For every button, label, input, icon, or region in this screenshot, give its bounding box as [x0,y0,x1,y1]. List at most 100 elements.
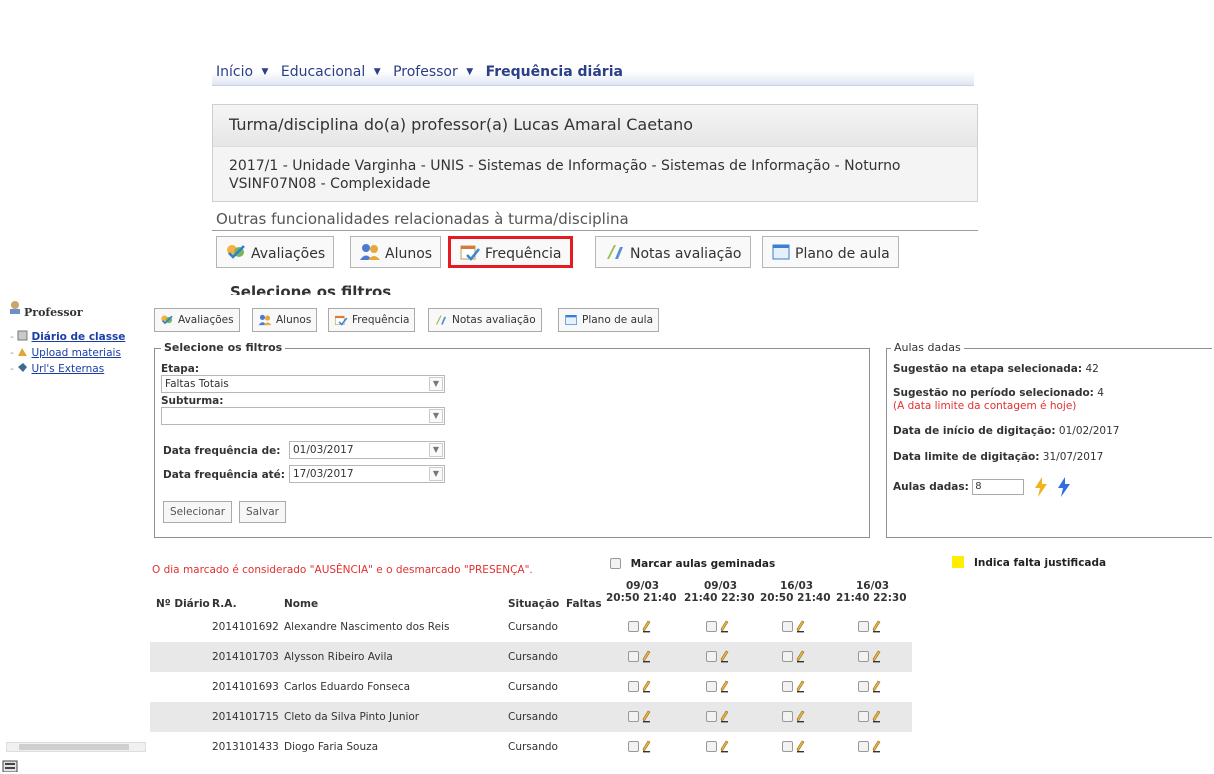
absence-checkbox[interactable] [706,651,717,662]
session-1-date: 09/03 [626,580,660,592]
tab-plano-de-aula[interactable]: Plano de aula [762,236,899,268]
tab-avaliacoes[interactable]: Avaliações [216,236,335,268]
salvar-button[interactable]: Salvar [239,501,286,523]
pencil-icon[interactable] [872,620,881,636]
pencil-icon[interactable] [796,740,805,756]
pencil-icon[interactable] [642,650,651,666]
data-ate-input[interactable]: 17/03/2017 ▼ [289,465,445,483]
selecionar-button[interactable]: Selecionar [163,501,233,523]
pencil-icon[interactable] [872,680,881,696]
attendance-cell [706,620,736,634]
breadcrumb-inicio[interactable]: Início ▼ [216,64,272,80]
pencil-icon[interactable] [720,710,729,726]
absence-checkbox[interactable] [706,621,717,632]
pencil-icon[interactable] [796,680,805,696]
absence-checkbox[interactable] [628,741,639,752]
pencil-icon[interactable] [642,710,651,726]
attendance-cell [782,650,812,664]
pencil-icon[interactable] [720,740,729,756]
absence-checkbox[interactable] [782,711,793,722]
session-4-time: 21:40 22:30 [836,592,907,604]
absence-checkbox[interactable] [782,651,793,662]
absence-checkbox[interactable] [706,741,717,752]
absence-checkbox[interactable] [858,621,869,632]
small-tab-alunos[interactable]: Alunos [252,308,318,332]
lightning-yellow-icon[interactable] [1034,477,1048,497]
sidebar-horizontal-scrollbar[interactable] [6,742,146,752]
chevron-down-icon[interactable]: ▼ [429,467,443,481]
pencil-icon[interactable] [872,710,881,726]
attendance-cell [782,710,812,724]
pencil-icon[interactable] [796,650,805,666]
chevron-down-icon[interactable]: ▼ [429,409,443,423]
pencil-icon[interactable] [720,620,729,636]
small-tab-plano-de-aula[interactable]: Plano de aula [558,308,660,332]
sidebar-title: Professor [24,306,83,319]
lightning-blue-icon[interactable] [1057,477,1071,497]
pencil-icon[interactable] [720,680,729,696]
tab-frequencia[interactable]: Frequência [448,236,573,268]
breadcrumb: Início ▼ Educacional ▼ Professor ▼ Frequ… [212,60,974,86]
absence-checkbox[interactable] [858,711,869,722]
attendance-cell [706,740,736,754]
student-status: Cursando [508,621,558,633]
pencil-icon[interactable] [796,620,805,636]
sidebar-item-diario[interactable]: - Diário de classe [10,330,125,343]
tab-alunos[interactable]: Alunos [350,236,442,268]
student-name: Diogo Faria Souza [284,741,379,753]
subturma-select[interactable]: ▼ [161,407,445,425]
student-name: Alexandre Nascimento dos Reis [284,621,450,633]
pencil-icon[interactable] [796,710,805,726]
pencil-icon[interactable] [642,740,651,756]
menu-list-icon[interactable] [2,760,32,772]
pencil-icon[interactable] [720,650,729,666]
absence-checkbox[interactable] [628,621,639,632]
justified-legend: Indica falta justificada [952,556,1106,569]
aulas-dadas-input[interactable]: 8 [972,479,1025,495]
pencil-icon[interactable] [872,740,881,756]
professor-icon [10,301,20,314]
data-de-input[interactable]: 01/03/2017 ▼ [289,441,445,459]
col-nome: Nome [284,598,319,610]
absence-checkbox[interactable] [706,681,717,692]
sidebar-item-upload[interactable]: - Upload materiais [10,346,121,359]
breadcrumb-professor[interactable]: Professor ▼ [393,64,477,80]
student-status: Cursando [508,651,558,663]
absence-checkbox[interactable] [628,681,639,692]
breadcrumb-educacional[interactable]: Educacional ▼ [281,64,385,80]
filters-legend: Selecione os filtros [161,341,286,354]
session-2-time: 21:40 22:30 [684,592,755,604]
pencil-icon[interactable] [642,620,651,636]
absence-checkbox[interactable] [706,711,717,722]
absence-checkbox[interactable] [628,651,639,662]
small-tab-frequencia[interactable]: Frequência [328,308,416,332]
book-icon [17,330,28,341]
upload-icon [18,348,28,356]
student-name: Carlos Eduardo Fonseca [284,681,411,693]
sidebar-item-urls[interactable]: - Url's Externas [10,362,104,375]
table-row: 2014101692 Alexandre Nascimento dos Reis C… [150,612,912,642]
pencil-icon[interactable] [872,650,881,666]
tab-notas-avaliacao[interactable]: Notas avaliação [595,236,751,268]
globe-icon [18,363,28,372]
small-tab-avaliacoes[interactable]: Avaliações [154,308,240,332]
users-icon [258,314,272,326]
absence-checkbox[interactable] [858,681,869,692]
absence-checkbox[interactable] [858,741,869,752]
etapa-select[interactable]: Faltas Totais ▼ [161,375,445,393]
absence-checkbox[interactable] [628,711,639,722]
chevron-down-icon[interactable]: ▼ [429,377,443,391]
absence-checkbox[interactable] [782,741,793,752]
chevron-down-icon[interactable]: ▼ [429,443,443,457]
geminadas-checkbox[interactable] [610,558,621,569]
marcar-geminadas[interactable]: Marcar aulas geminadas [610,558,775,570]
student-ra: 2014101693 [212,681,279,693]
scrollbar-thumb[interactable] [19,744,129,750]
attendance-cell [706,680,736,694]
absence-checkbox[interactable] [858,651,869,662]
absence-checkbox[interactable] [782,681,793,692]
absence-checkbox[interactable] [782,621,793,632]
pencil-icon[interactable] [642,680,651,696]
small-tab-notas-avaliacao[interactable]: Notas avaliação [428,308,542,332]
aulas-dadas-legend: Aulas dadas [891,341,964,354]
